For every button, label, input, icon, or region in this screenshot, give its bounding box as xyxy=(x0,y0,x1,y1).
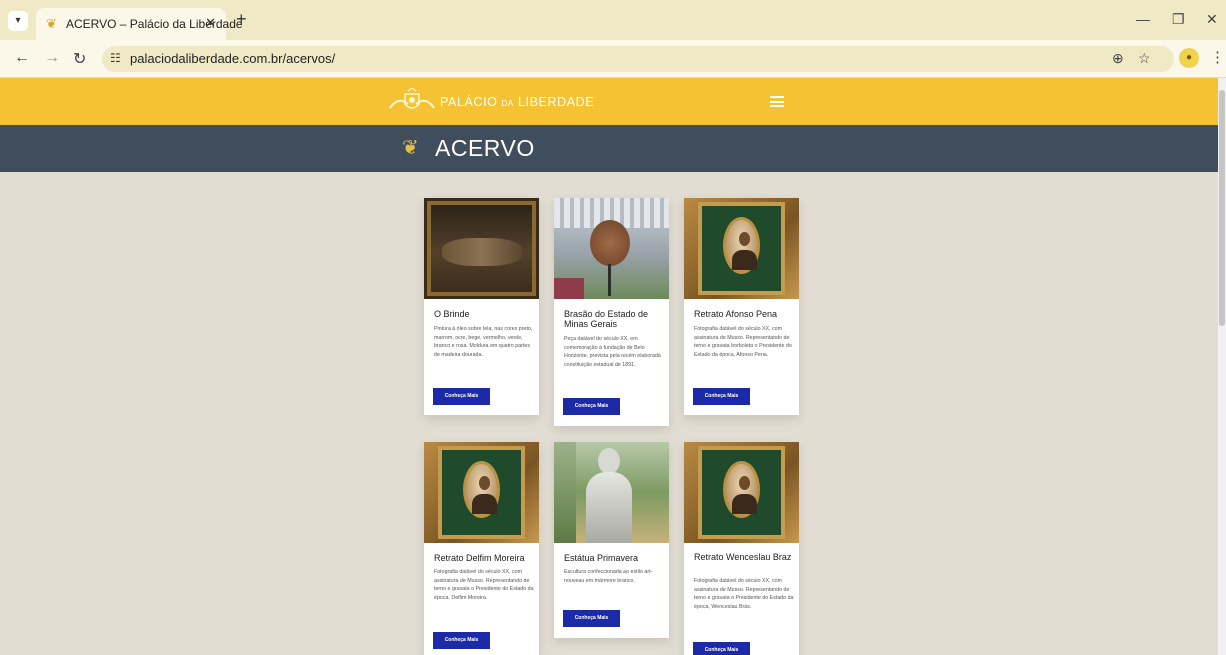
collection-card: Retrato Wenceslau Braz Fotografia datáve… xyxy=(684,442,799,655)
reload-icon[interactable]: ↻ xyxy=(73,49,86,69)
laurel-ornament-icon: ❦ xyxy=(402,137,419,159)
close-window-icon[interactable]: ✕ xyxy=(1206,11,1218,28)
back-icon[interactable]: ← xyxy=(14,49,30,67)
tab-search-button[interactable]: ▾ xyxy=(8,11,28,31)
favicon-icon: ❦ xyxy=(46,16,57,31)
card-description: Escultura confeccionada ao estilo art-no… xyxy=(564,569,653,584)
portrait-image[interactable] xyxy=(424,442,539,543)
card-title: Retrato Wenceslau Braz xyxy=(694,552,792,562)
learn-more-button[interactable]: Conheça Mais xyxy=(433,388,490,405)
collection-card: Retrato Afonso Pena Fotografia datável d… xyxy=(684,198,799,415)
collection-card: Brasão do Estado de Minas Gerais Peça da… xyxy=(554,198,669,426)
card-description: Pintura à óleo sobre tela, nas cores pre… xyxy=(434,326,533,358)
browser-menu-icon[interactable]: ⋮ xyxy=(1210,48,1225,66)
card-title: O Brinde xyxy=(434,309,470,319)
scrollbar-thumb[interactable] xyxy=(1219,90,1225,326)
card-title: Retrato Delfim Moreira xyxy=(434,553,525,563)
close-tab-icon[interactable]: ✕ xyxy=(205,15,216,31)
learn-more-button[interactable]: Conheça Mais xyxy=(563,610,620,627)
site-header: PALÁCIO DA LIBERDADE xyxy=(0,78,1218,125)
page-title: ACERVO xyxy=(435,135,535,161)
minimize-icon[interactable]: — xyxy=(1136,11,1150,27)
statue-image[interactable] xyxy=(554,442,669,543)
collection-card: Estátua Primavera Escultura confeccionad… xyxy=(554,442,669,638)
collection-card: Retrato Delfim Moreira Fotografia datáve… xyxy=(424,442,539,655)
painting-image[interactable] xyxy=(424,198,539,299)
new-tab-icon[interactable]: + xyxy=(236,9,247,30)
hamburger-menu-icon[interactable] xyxy=(770,96,784,107)
card-title: Brasão do Estado de Minas Gerais xyxy=(564,309,649,329)
zoom-icon[interactable]: ⊕ xyxy=(1112,50,1124,67)
collection-card: O Brinde Pintura à óleo sobre tela, nas … xyxy=(424,198,539,415)
card-description: Fotografia datável do século XX, com ass… xyxy=(694,326,792,358)
portrait-image[interactable] xyxy=(684,442,799,543)
card-description: Fotografia datável do século XX, com ass… xyxy=(694,578,794,610)
url-text: palaciodaliberdade.com.br/acervos/ xyxy=(130,51,336,66)
learn-more-button[interactable]: Conheça Mais xyxy=(433,632,490,649)
profile-avatar-icon[interactable]: ● xyxy=(1179,48,1199,68)
browser-toolbar: ← → ↻ ☷ palaciodaliberdade.com.br/acervo… xyxy=(0,40,1226,78)
learn-more-button[interactable]: Conheça Mais xyxy=(693,388,750,405)
address-bar[interactable]: ☷ palaciodaliberdade.com.br/acervos/ ⊕ ☆ xyxy=(102,46,1174,72)
card-title: Retrato Afonso Pena xyxy=(694,309,778,319)
palace-logo-icon[interactable] xyxy=(388,88,436,114)
card-title: Estátua Primavera xyxy=(564,553,639,563)
portrait-image[interactable] xyxy=(684,198,799,299)
forward-icon[interactable]: → xyxy=(44,49,60,67)
tab-title: ACERVO – Palácio da Liberdade xyxy=(66,17,243,31)
learn-more-button[interactable]: Conheça Mais xyxy=(693,642,750,655)
bookmark-star-icon[interactable]: ☆ xyxy=(1138,50,1151,67)
coat-of-arms-image[interactable] xyxy=(554,198,669,299)
card-description: Fotografia datável do século XX, com ass… xyxy=(434,569,534,601)
card-description: Peça datável do século XX, em comemoraçã… xyxy=(564,336,661,368)
site-logo-text[interactable]: PALÁCIO DA LIBERDADE xyxy=(440,95,594,109)
browser-tab-bar: ▾ ❦ ACERVO – Palácio da Liberdade ✕ + — … xyxy=(0,0,1226,40)
learn-more-button[interactable]: Conheça Mais xyxy=(563,398,620,415)
restore-icon[interactable]: ❐ xyxy=(1172,11,1185,28)
page-title-band: ❦ ACERVO xyxy=(0,125,1218,172)
browser-tab[interactable]: ❦ ACERVO – Palácio da Liberdade ✕ xyxy=(36,8,243,40)
site-info-icon[interactable]: ☷ xyxy=(110,51,121,65)
